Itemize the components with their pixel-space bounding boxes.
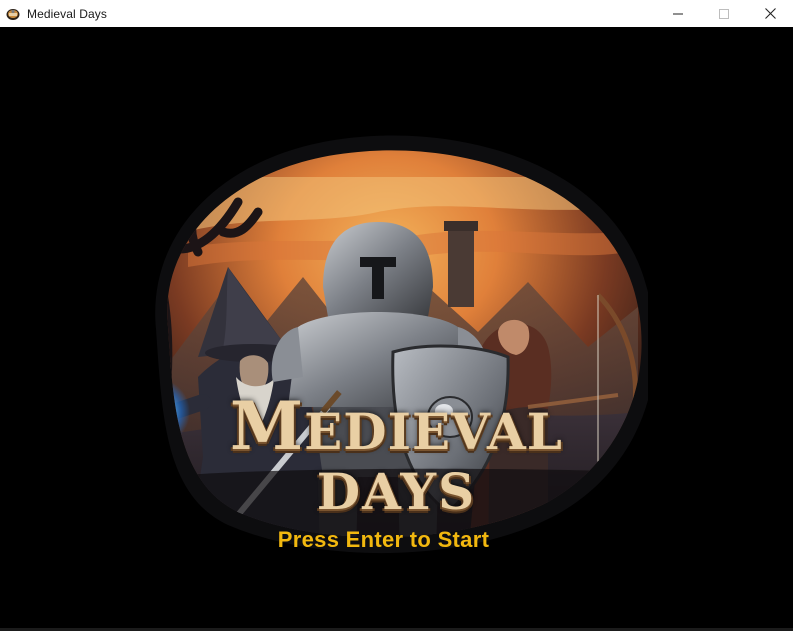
start-prompt: Press Enter to Start xyxy=(277,527,490,552)
game-canvas[interactable]: MEDIEVAL DAYS Press Enter to Start xyxy=(0,27,793,628)
logo-first-letter: M xyxy=(230,387,305,465)
game-logo-title: MEDIEVAL xyxy=(0,393,793,459)
window-title: Medieval Days xyxy=(27,6,107,21)
close-icon xyxy=(764,8,776,19)
game-window: Medieval Days MEDIEVAL DAYS Press Enter … xyxy=(0,0,793,631)
window-controls xyxy=(655,0,793,27)
maximize-icon xyxy=(719,8,729,19)
game-logo-subtitle: DAYS xyxy=(316,462,477,521)
minimize-icon xyxy=(673,13,683,14)
minimize-button[interactable] xyxy=(655,0,701,27)
window-titlebar[interactable]: Medieval Days xyxy=(0,0,793,27)
maximize-button[interactable] xyxy=(701,0,747,27)
close-button[interactable] xyxy=(747,0,793,27)
game-app-icon xyxy=(6,7,20,21)
logo-title-rest: EDIEVAL xyxy=(304,402,563,461)
